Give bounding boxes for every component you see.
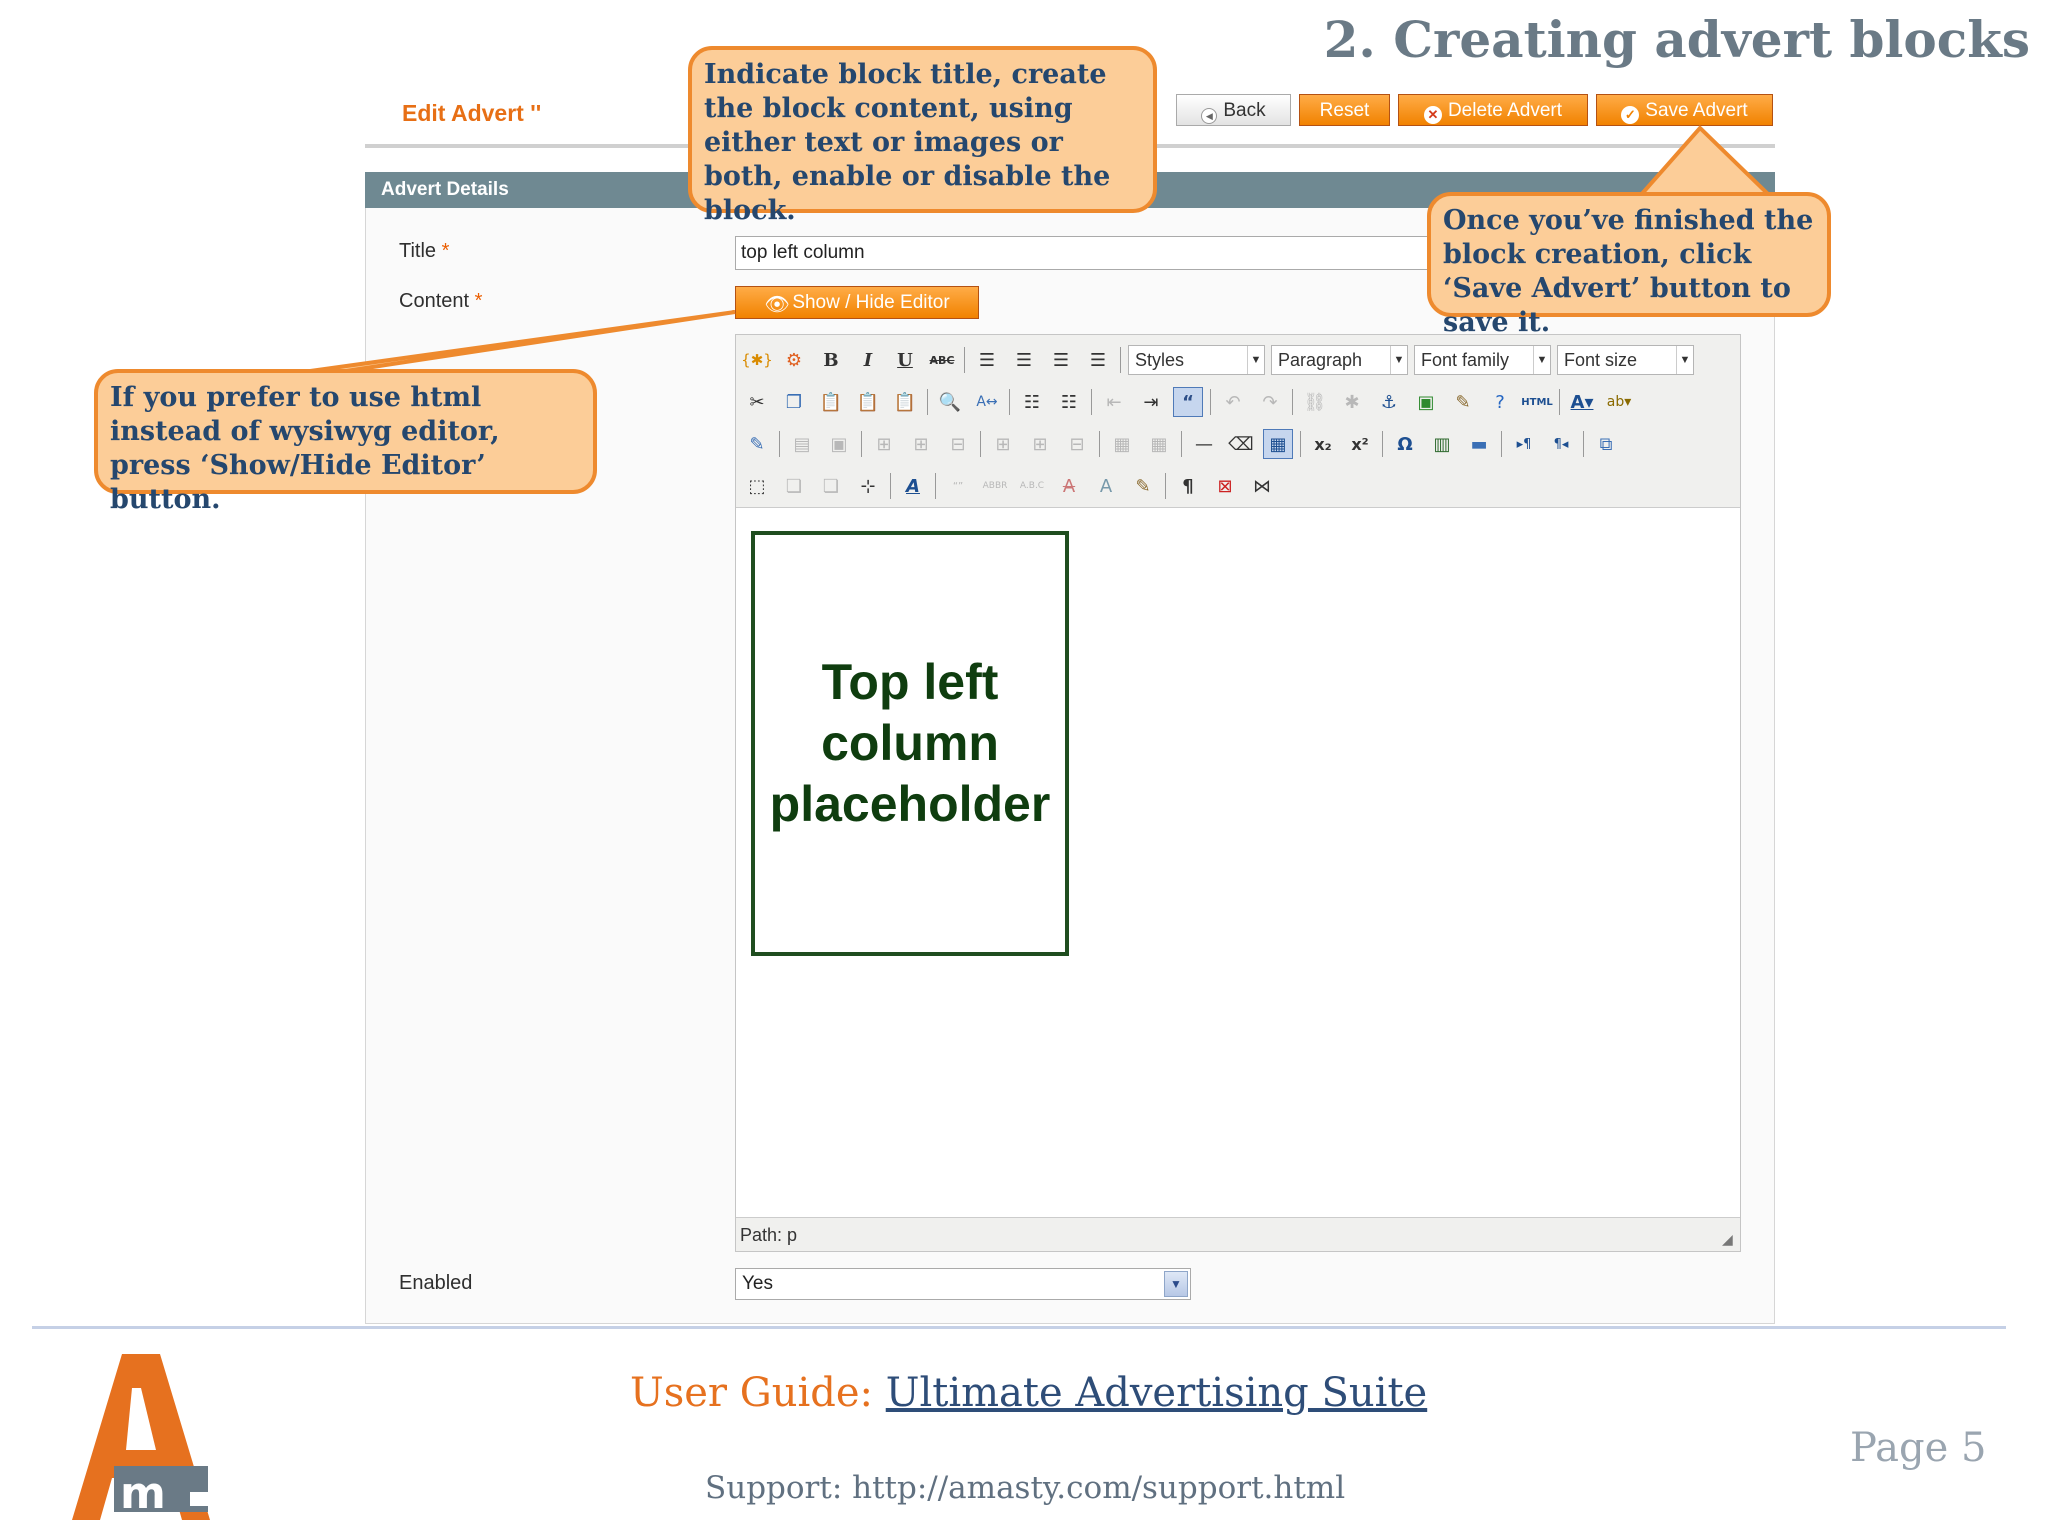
amasty-logo: m <box>72 1354 210 1520</box>
callout-save-advert: Once you’ve finished the block creation,… <box>1427 192 1831 338</box>
footer-guide-prefix: User Guide: <box>630 1370 886 1416</box>
page-number: Page 5 <box>1850 1425 1987 1471</box>
svg-text:m: m <box>120 1468 166 1519</box>
footer-guide: User Guide: Ultimate Advertising Suite <box>630 1370 1427 1416</box>
footer-divider <box>32 1326 2006 1329</box>
right-callout-pointer <box>1635 125 1775 198</box>
footer-support: Support: http://amasty.com/support.html <box>705 1470 1346 1506</box>
guide-link[interactable]: Ultimate Advertising Suite <box>886 1370 1427 1416</box>
callout-show-hide-editor: If you prefer to use html instead of wys… <box>94 369 597 515</box>
callout-block-title: Indicate block title, create the block c… <box>688 46 1157 226</box>
